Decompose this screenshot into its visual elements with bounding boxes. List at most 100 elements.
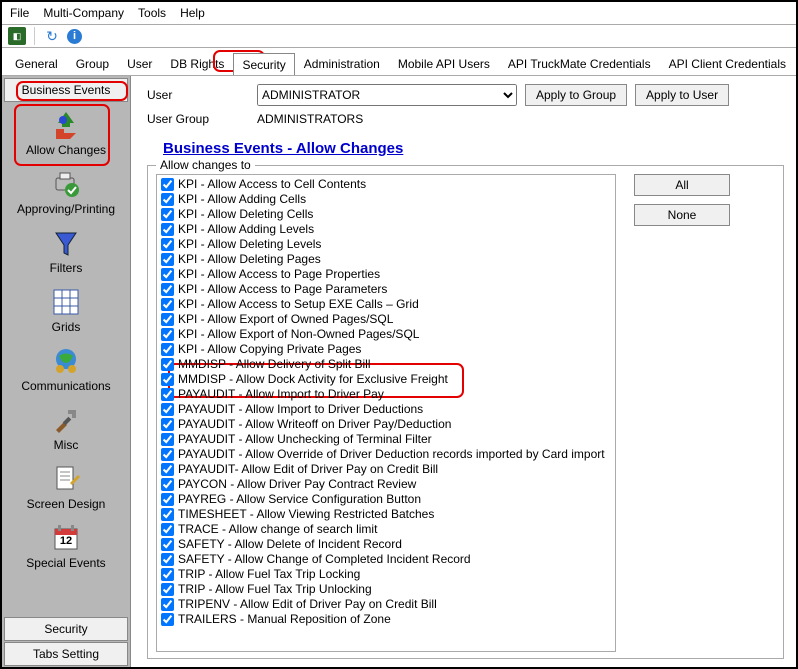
permission-row[interactable]: KPI - Allow Deleting Cells <box>161 207 611 222</box>
permission-row[interactable]: KPI - Allow Access to Setup EXE Calls – … <box>161 297 611 312</box>
sidebar-header[interactable]: Business Events <box>4 78 128 102</box>
permission-checkbox[interactable] <box>161 493 174 506</box>
allow-changes-group: Allow changes to KPI - Allow Access to C… <box>147 165 784 659</box>
permission-row[interactable]: PAYAUDIT - Allow Override of Driver Dedu… <box>161 447 611 462</box>
sidebar-item-grids[interactable]: Grids <box>2 281 130 340</box>
permission-row[interactable]: SAFETY - Allow Change of Completed Incid… <box>161 552 611 567</box>
permission-checkbox[interactable] <box>161 403 174 416</box>
permission-checkbox[interactable] <box>161 478 174 491</box>
permission-checkbox[interactable] <box>161 328 174 341</box>
permission-row[interactable]: TRIP - Allow Fuel Tax Trip Unlocking <box>161 582 611 597</box>
tab-mobile-api-users[interactable]: Mobile API Users <box>389 52 499 75</box>
sidebar-item-misc[interactable]: Misc <box>2 399 130 458</box>
permission-checkbox[interactable] <box>161 448 174 461</box>
permission-checkbox[interactable] <box>161 538 174 551</box>
permission-checkbox[interactable] <box>161 238 174 251</box>
permission-row[interactable]: KPI - Allow Deleting Pages <box>161 252 611 267</box>
permission-checkbox[interactable] <box>161 553 174 566</box>
sidebar-footer-security[interactable]: Security <box>4 617 128 641</box>
tab-security[interactable]: Security <box>233 53 294 76</box>
sidebar-item-allow-changes[interactable]: Allow Changes <box>2 104 130 163</box>
sidebar-item-label: Allow Changes <box>26 143 106 157</box>
grid-icon <box>50 286 82 318</box>
permission-row[interactable]: PAYREG - Allow Service Configuration But… <box>161 492 611 507</box>
tab-api-truckmate[interactable]: API TruckMate Credentials <box>499 52 660 75</box>
permission-checkbox[interactable] <box>161 343 174 356</box>
permission-row[interactable]: PAYAUDIT - Allow Unchecking of Terminal … <box>161 432 611 447</box>
tab-group[interactable]: Group <box>67 52 118 75</box>
permission-label: TRIPENV - Allow Edit of Driver Pay on Cr… <box>178 597 437 612</box>
permission-checkbox[interactable] <box>161 373 174 386</box>
permission-row[interactable]: MMDISP - Allow Delivery of Split Bill <box>161 357 611 372</box>
permission-checkbox[interactable] <box>161 208 174 221</box>
tab-api-client[interactable]: API Client Credentials <box>660 52 795 75</box>
permission-row[interactable]: KPI - Allow Adding Cells <box>161 192 611 207</box>
permission-row[interactable]: KPI - Allow Export of Non-Owned Pages/SQ… <box>161 327 611 342</box>
permission-checkbox[interactable] <box>161 358 174 371</box>
permission-checkbox[interactable] <box>161 583 174 596</box>
tab-general[interactable]: General <box>6 52 67 75</box>
menu-tools[interactable]: Tools <box>138 6 166 20</box>
sidebar-item-special-events[interactable]: 12 Special Events <box>2 517 130 576</box>
permission-row[interactable]: PAYAUDIT- Allow Edit of Driver Pay on Cr… <box>161 462 611 477</box>
sidebar-item-screen-design[interactable]: Screen Design <box>2 458 130 517</box>
tab-administration[interactable]: Administration <box>295 52 389 75</box>
permission-row[interactable]: KPI - Allow Access to Page Parameters <box>161 282 611 297</box>
sidebar-item-communications[interactable]: Communications <box>2 340 130 399</box>
user-row: User ADMINISTRATOR Apply to Group Apply … <box>147 84 784 106</box>
permission-checkbox[interactable] <box>161 298 174 311</box>
permission-row[interactable]: PAYCON - Allow Driver Pay Contract Revie… <box>161 477 611 492</box>
user-select[interactable]: ADMINISTRATOR <box>257 84 517 106</box>
permission-checkbox[interactable] <box>161 598 174 611</box>
permission-checkbox[interactable] <box>161 463 174 476</box>
permission-checkbox[interactable] <box>161 223 174 236</box>
permission-label: PAYAUDIT - Allow Unchecking of Terminal … <box>178 432 432 447</box>
permission-checkbox[interactable] <box>161 388 174 401</box>
permission-row[interactable]: SAFETY - Allow Delete of Incident Record <box>161 537 611 552</box>
menu-help[interactable]: Help <box>180 6 205 20</box>
permission-checkbox[interactable] <box>161 268 174 281</box>
tab-db-rights[interactable]: DB Rights <box>161 52 233 75</box>
permission-row[interactable]: KPI - Allow Adding Levels <box>161 222 611 237</box>
info-icon[interactable]: i <box>67 29 82 44</box>
permission-row[interactable]: TRIPENV - Allow Edit of Driver Pay on Cr… <box>161 597 611 612</box>
permission-checkbox[interactable] <box>161 313 174 326</box>
tab-user[interactable]: User <box>118 52 161 75</box>
menu-file[interactable]: File <box>10 6 29 20</box>
permission-label: TIMESHEET - Allow Viewing Restricted Bat… <box>178 507 434 522</box>
permission-checkbox[interactable] <box>161 523 174 536</box>
apply-to-group-button[interactable]: Apply to Group <box>525 84 627 106</box>
permission-checkbox[interactable] <box>161 613 174 626</box>
menu-multi-company[interactable]: Multi-Company <box>43 6 124 20</box>
apply-to-user-button[interactable]: Apply to User <box>635 84 729 106</box>
permission-row[interactable]: KPI - Allow Access to Page Properties <box>161 267 611 282</box>
refresh-icon[interactable]: ↻ <box>43 27 61 45</box>
permission-row[interactable]: TIMESHEET - Allow Viewing Restricted Bat… <box>161 507 611 522</box>
permission-checkbox[interactable] <box>161 508 174 521</box>
permission-checkbox[interactable] <box>161 253 174 266</box>
permission-checkbox[interactable] <box>161 433 174 446</box>
all-button[interactable]: All <box>634 174 730 196</box>
permission-checkbox[interactable] <box>161 178 174 191</box>
none-button[interactable]: None <box>634 204 730 226</box>
permission-row[interactable]: MMDISP - Allow Dock Activity for Exclusi… <box>161 372 611 387</box>
permission-row[interactable]: KPI - Allow Export of Owned Pages/SQL <box>161 312 611 327</box>
sidebar-footer-tabs-setting[interactable]: Tabs Setting <box>4 642 128 666</box>
tab-trimble-id[interactable]: Trimble ID <box>795 52 796 75</box>
permission-row[interactable]: KPI - Allow Copying Private Pages <box>161 342 611 357</box>
permission-checkbox[interactable] <box>161 568 174 581</box>
sidebar-item-approving-printing[interactable]: Approving/Printing <box>2 163 130 222</box>
permission-row[interactable]: TRAILERS - Manual Reposition of Zone <box>161 612 611 627</box>
permission-row[interactable]: KPI - Allow Access to Cell Contents <box>161 177 611 192</box>
sidebar-item-filters[interactable]: Filters <box>2 222 130 281</box>
permission-row[interactable]: TRIP - Allow Fuel Tax Trip Locking <box>161 567 611 582</box>
permission-checkbox[interactable] <box>161 193 174 206</box>
permission-checkbox[interactable] <box>161 283 174 296</box>
permission-row[interactable]: KPI - Allow Deleting Levels <box>161 237 611 252</box>
permission-checkbox[interactable] <box>161 418 174 431</box>
permission-row[interactable]: PAYAUDIT - Allow Writeoff on Driver Pay/… <box>161 417 611 432</box>
permission-row[interactable]: TRACE - Allow change of search limit <box>161 522 611 537</box>
permissions-list[interactable]: KPI - Allow Access to Cell ContentsKPI -… <box>156 174 616 652</box>
permission-row[interactable]: PAYAUDIT - Allow Import to Driver Deduct… <box>161 402 611 417</box>
permission-row[interactable]: PAYAUDIT - Allow Import to Driver Pay <box>161 387 611 402</box>
